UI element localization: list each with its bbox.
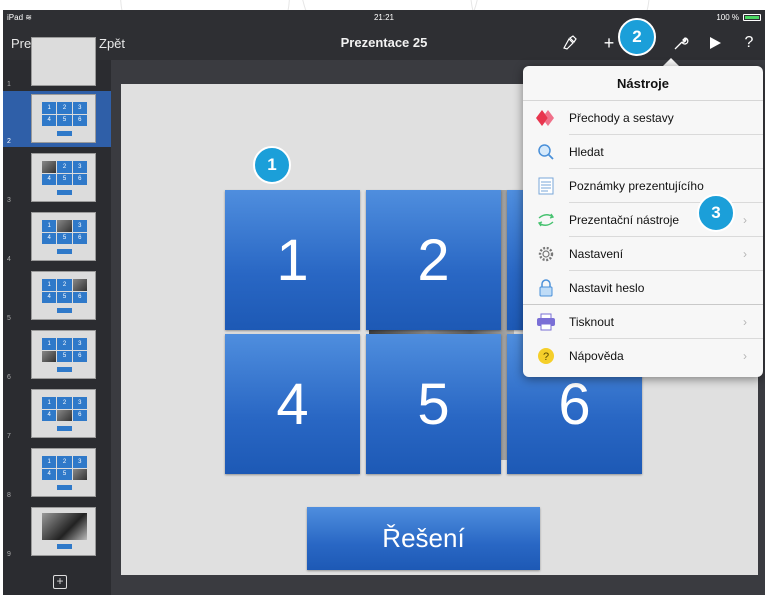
menu-item-settings[interactable]: Nastavení › [523,237,763,271]
menu-item-transitions[interactable]: Přechody a sestavy [523,101,763,135]
format-brush-icon[interactable] [557,31,581,55]
callout-badge-3: 3 [697,194,735,232]
slide-number: 9 [7,551,11,558]
presenter-notes-icon [523,177,569,195]
lock-icon [523,279,569,297]
menu-item-help[interactable]: ? Nápověda › [523,339,763,373]
slide-number: 1 [7,81,11,88]
slide-number: 5 [7,315,11,322]
slide-thumbnail[interactable]: 12456 5 [3,268,111,324]
slide-preview: 12346 [31,389,96,438]
menu-item-label: Přechody a sestavy [569,111,674,125]
gear-icon [523,245,569,263]
tile-2[interactable]: 2 [366,190,501,330]
slide-preview: 12356 [31,330,96,379]
slide-preview: 12345 [31,448,96,497]
svg-text:?: ? [543,351,549,363]
slide-preview: 12456 [31,271,96,320]
transitions-diamond-icon [523,109,569,127]
menu-item-search[interactable]: Hledat [523,135,763,169]
slide-number: 7 [7,433,11,440]
chevron-right-icon: › [743,315,747,329]
help-question-icon[interactable]: ? [737,31,761,55]
slide-preview: 23456 [31,153,96,202]
slide-preview [31,37,96,86]
slide-number: 2 [7,138,11,145]
slide-number: 4 [7,256,11,263]
tile-5[interactable]: 5 [366,334,501,474]
presentation-tools-arrows-icon [523,212,569,228]
slide-preview [31,507,96,556]
battery-text: 100 % [716,13,739,22]
battery-status: 100 % [716,13,761,22]
menu-item-label: Nápověda [569,349,624,363]
solution-button[interactable]: Řešení [307,507,540,570]
slide-number: 8 [7,492,11,499]
slide-number: 6 [7,374,11,381]
slide-preview: 123456 [31,94,96,143]
menu-item-label: Hledat [569,145,604,159]
battery-icon [743,14,761,21]
help-icon: ? [523,347,569,365]
menu-item-label: Nastavit heslo [569,281,645,295]
slide-thumbnail[interactable]: 1 [3,34,111,90]
slide-navigator: 1 123456 2 23456 3 13456 4 1 2 4 5 6 5 1… [3,37,111,595]
menu-item-set-password[interactable]: Nastavit heslo [523,271,763,305]
menu-item-print[interactable]: Tisknout › [523,305,763,339]
printer-icon [523,313,569,331]
play-icon[interactable] [703,31,727,55]
add-slide-button[interactable]: + [53,575,67,589]
chevron-right-icon: › [743,213,747,227]
menu-item-label: Tisknout [569,315,614,329]
slide-preview: 13456 [31,212,96,261]
wrench-tools-icon[interactable] [669,31,693,55]
slide-thumbnail[interactable]: 12345 8 [3,445,111,501]
slide-thumbnail[interactable]: 12356 6 [3,327,111,383]
slide-thumbnail[interactable]: 13456 4 [3,209,111,265]
slide-thumbnail[interactable]: 23456 3 [3,150,111,206]
callout-badge-1: 1 [253,146,291,184]
chevron-right-icon: › [743,349,747,363]
menu-item-label: Poznámky prezentujícího [569,179,704,193]
popover-title: Nástroje [523,66,763,101]
slide-number: 3 [7,197,11,204]
tile-4[interactable]: 4 [225,334,360,474]
slide-thumbnail[interactable]: 12346 7 [3,386,111,442]
menu-item-label: Nastavení [569,247,624,261]
screenshot-frame: iPad ≋ 21:21 100 % Prezentace Zpět Preze… [0,0,765,595]
chevron-right-icon: › [743,247,747,261]
slide-thumbnail-selected[interactable]: 123456 2 [3,91,111,147]
slide-thumbnail[interactable]: 9 [3,504,111,560]
callout-badge-2: 2 [618,18,656,56]
search-icon [523,143,569,161]
status-time: 21:21 [373,13,395,22]
tile-1[interactable]: 1 [225,190,360,330]
